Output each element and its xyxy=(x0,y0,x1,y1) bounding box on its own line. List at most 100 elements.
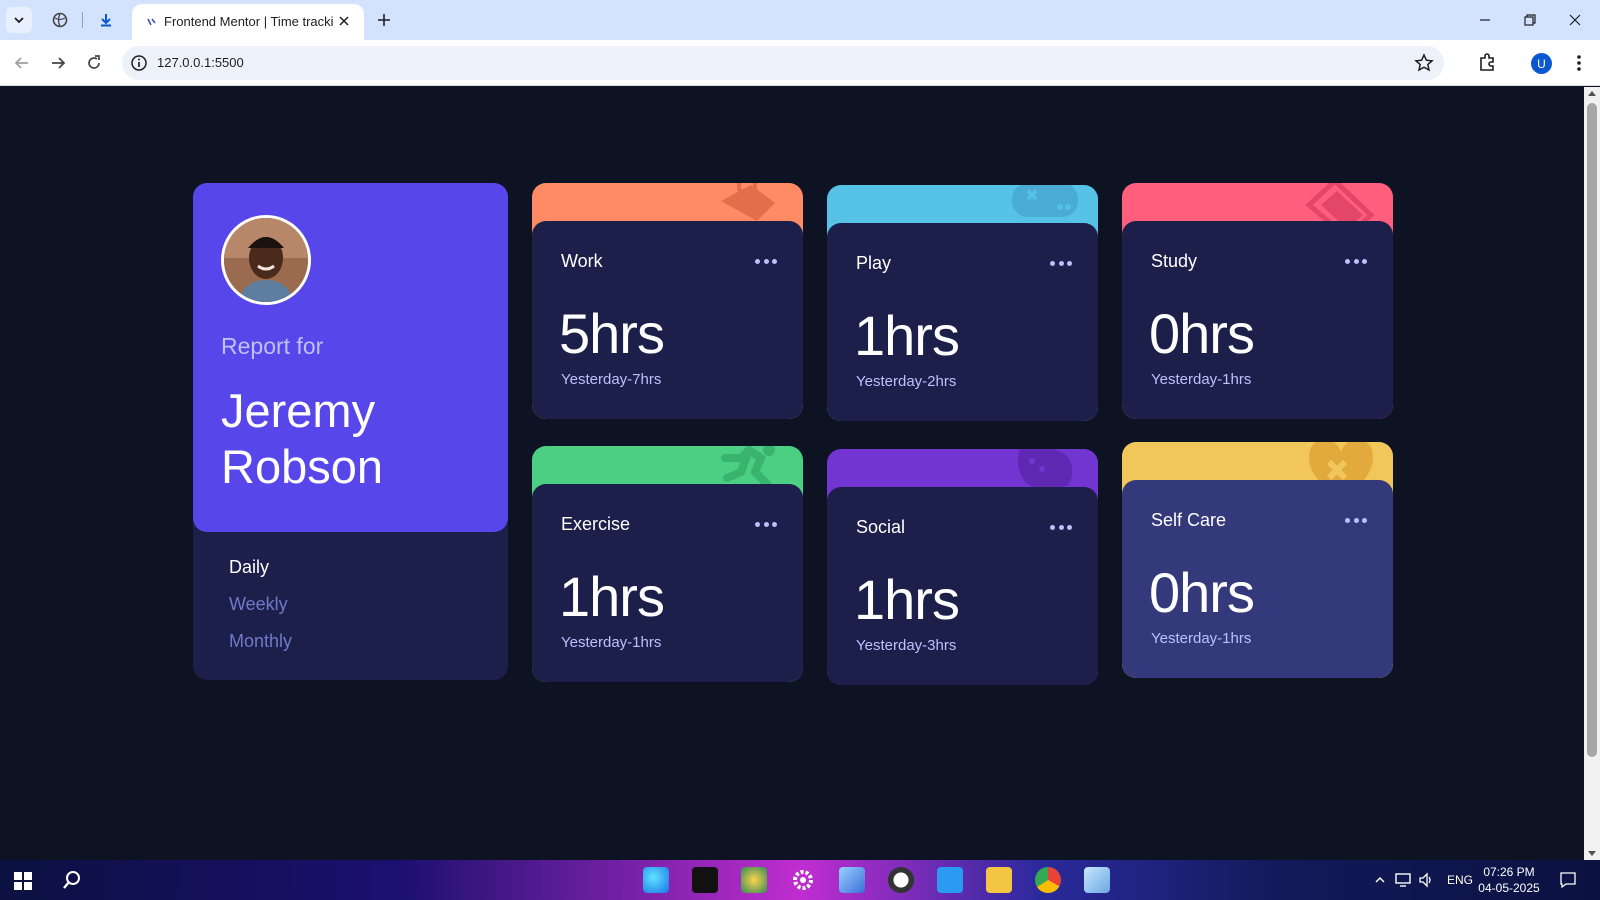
ellipsis-icon[interactable] xyxy=(1345,259,1367,265)
scrollbar-thumb[interactable] xyxy=(1587,103,1597,757)
activity-label: Social xyxy=(856,517,906,537)
restore-button[interactable] xyxy=(1518,8,1542,32)
volume-icon[interactable] xyxy=(1418,872,1434,888)
activity-card-work: Work 5hrs Yesterday-7hrs xyxy=(532,183,803,419)
activity-card-body[interactable]: Social 1hrs Yesterday-3hrs xyxy=(827,487,1098,685)
chrome-taskbar-icon[interactable] xyxy=(1035,867,1061,893)
activity-card-study: Study 0hrs Yesterday-1hrs xyxy=(1122,183,1393,419)
activity-card-play: Play 1hrs Yesterday-2hrs xyxy=(827,185,1098,421)
activity-hours: 0hrs xyxy=(1149,561,1255,624)
activity-label: Play xyxy=(856,253,892,273)
activity-hours: 1hrs xyxy=(559,565,665,628)
ellipsis-icon[interactable] xyxy=(1345,518,1367,524)
activity-label: Study xyxy=(1151,251,1198,271)
activity-previous: Yesterday-2hrs xyxy=(856,373,957,390)
ellipsis-icon[interactable] xyxy=(1050,525,1072,531)
clock-time: 07:26 PM xyxy=(1483,865,1535,879)
tab-search-button[interactable] xyxy=(6,7,32,33)
scroll-up-arrow-icon[interactable] xyxy=(1588,91,1596,96)
bookmark-star-icon[interactable] xyxy=(1414,53,1434,73)
activity-previous: Yesterday-3hrs xyxy=(856,637,957,654)
pinned-tab-globe[interactable] xyxy=(50,10,70,30)
extensions-puzzle-icon[interactable] xyxy=(1477,51,1499,73)
activity-card-exercise: Exercise 1hrs Yesterday-1hrs xyxy=(532,446,803,682)
forward-button[interactable] xyxy=(47,52,69,74)
ellipsis-icon[interactable] xyxy=(755,522,777,528)
globe-icon xyxy=(52,12,68,28)
activity-card-body[interactable]: Exercise 1hrs Yesterday-1hrs xyxy=(532,484,803,682)
windows-taskbar: ENG 07:26 PM 04-05-2025 xyxy=(0,860,1600,900)
kebab-menu-icon[interactable] xyxy=(1568,52,1590,74)
activity-label: Exercise xyxy=(561,514,631,534)
user-avatar xyxy=(221,215,311,305)
close-icon xyxy=(1569,14,1581,26)
minimize-icon xyxy=(1480,19,1490,21)
search-icon[interactable] xyxy=(62,870,82,890)
scroll-down-arrow-icon[interactable] xyxy=(1588,851,1596,856)
edge-taskbar-icon[interactable] xyxy=(643,867,669,893)
browser-toolbar: 127.0.0.1:5500 U xyxy=(0,40,1600,86)
back-arrow-icon xyxy=(14,57,28,69)
reload-button[interactable] xyxy=(83,52,105,74)
profile-header: Report for Jeremy Robson xyxy=(193,183,508,532)
notepad-taskbar-icon[interactable] xyxy=(1084,867,1110,893)
network-icon[interactable] xyxy=(1394,872,1412,888)
profile-card: Report for Jeremy Robson Daily Weekly Mo… xyxy=(193,183,508,680)
frontend-mentor-favicon-icon xyxy=(147,18,156,26)
user-photo-icon xyxy=(224,218,308,302)
file-explorer-taskbar-icon[interactable] xyxy=(986,867,1012,893)
address-bar[interactable]: 127.0.0.1:5500 xyxy=(122,46,1444,80)
ellipsis-icon[interactable] xyxy=(1050,261,1072,267)
activity-previous: Yesterday-1hrs xyxy=(1151,371,1252,388)
tab-separator xyxy=(82,12,83,28)
report-for-label: Report for xyxy=(221,333,324,359)
activity-hours: 1hrs xyxy=(854,304,960,367)
new-tab-icon[interactable] xyxy=(374,10,394,30)
close-window-button[interactable] xyxy=(1563,8,1587,32)
restore-icon xyxy=(1524,14,1536,26)
minimize-button[interactable] xyxy=(1473,8,1497,32)
activity-card-body[interactable]: Study 0hrs Yesterday-1hrs xyxy=(1122,221,1393,419)
clock-taskbar-icon[interactable] xyxy=(888,867,914,893)
period-daily[interactable]: Daily xyxy=(229,549,292,586)
period-weekly[interactable]: Weekly xyxy=(229,586,292,623)
tradingview-taskbar-icon[interactable] xyxy=(692,867,718,893)
site-info-icon[interactable] xyxy=(130,54,148,72)
period-monthly[interactable]: Monthly xyxy=(229,623,292,660)
activity-card-social: Social 1hrs Yesterday-3hrs xyxy=(827,449,1098,685)
activity-hours: 1hrs xyxy=(854,568,960,631)
tab-title: Frontend Mentor | Time tracking xyxy=(164,14,334,29)
activity-card-body[interactable]: Self Care 0hrs Yesterday-1hrs xyxy=(1122,480,1393,678)
chevron-up-icon[interactable] xyxy=(1374,874,1386,886)
system-clock[interactable]: 07:26 PM 04-05-2025 xyxy=(1470,864,1548,896)
vscode-taskbar-icon[interactable] xyxy=(937,867,963,893)
windows-start-icon[interactable] xyxy=(14,872,32,890)
download-icon xyxy=(101,14,111,27)
laptop-app-taskbar-icon[interactable] xyxy=(839,867,865,893)
activity-hours: 5hrs xyxy=(559,302,665,365)
activity-previous: Yesterday-7hrs xyxy=(561,371,662,388)
forward-arrow-icon xyxy=(52,57,66,69)
settings-gear-icon[interactable] xyxy=(790,867,816,893)
profile-avatar-button[interactable]: U xyxy=(1531,53,1552,74)
page-viewport: Report for Jeremy Robson Daily Weekly Mo… xyxy=(0,87,1584,860)
activity-card-self-care: Self Care 0hrs Yesterday-1hrs xyxy=(1122,442,1393,678)
activity-previous: Yesterday-1hrs xyxy=(1151,630,1252,647)
activity-card-body[interactable]: Play 1hrs Yesterday-2hrs xyxy=(827,223,1098,421)
finance-app-taskbar-icon[interactable] xyxy=(741,867,767,893)
activity-label: Self Care xyxy=(1151,510,1227,530)
notification-icon[interactable] xyxy=(1559,871,1577,889)
active-tab[interactable]: Frontend Mentor | Time tracking xyxy=(132,4,364,40)
url-text: 127.0.0.1:5500 xyxy=(157,55,244,70)
ellipsis-icon[interactable] xyxy=(755,259,777,265)
period-selector: Daily Weekly Monthly xyxy=(229,549,292,660)
pinned-tab-download[interactable] xyxy=(96,10,116,30)
chevron-down-icon xyxy=(14,17,24,24)
back-button[interactable] xyxy=(11,52,33,74)
close-tab-icon[interactable] xyxy=(336,13,352,29)
user-name: Jeremy Robson xyxy=(221,384,383,493)
browser-tab-bar: Frontend Mentor | Time tracking xyxy=(0,0,1600,40)
activity-card-body[interactable]: Work 5hrs Yesterday-7hrs xyxy=(532,221,803,419)
page-scrollbar[interactable] xyxy=(1584,87,1600,860)
reload-icon xyxy=(88,55,100,69)
